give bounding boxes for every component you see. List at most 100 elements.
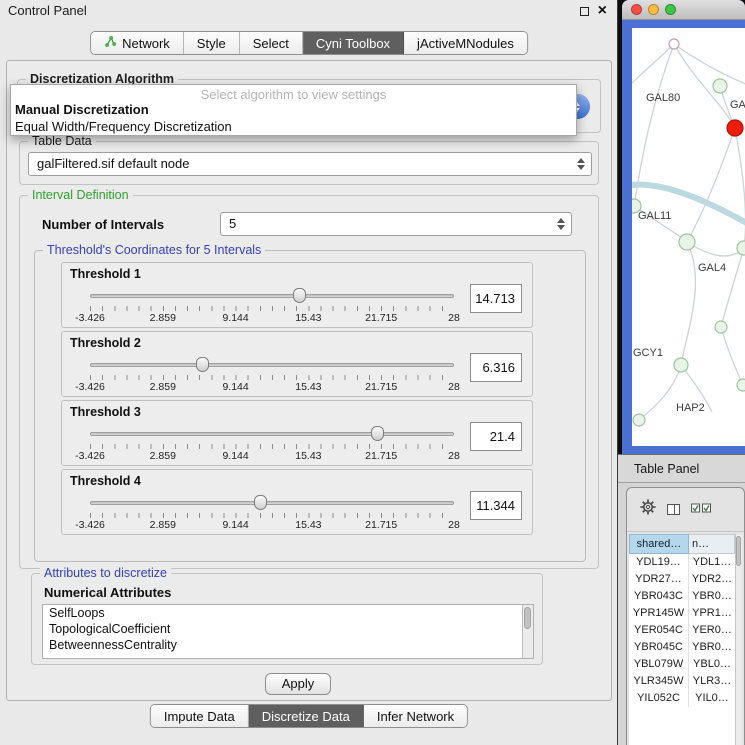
network-canvas[interactable]: GAL80GAGAL11GAL4GCY1HAP2 xyxy=(632,28,745,446)
network-edge[interactable] xyxy=(632,44,674,88)
algorithm-option-manual-discretization[interactable]: Manual Discretization xyxy=(11,101,576,118)
network-edge[interactable] xyxy=(735,128,745,248)
algorithm-dropdown-popup: Select algorithm to view settings Manual… xyxy=(10,84,577,136)
threshold-value-field[interactable]: 6.316 xyxy=(470,353,522,382)
bottom-tab-discretize-data[interactable]: Discretize Data xyxy=(249,705,364,727)
attribute-item-topologicalcoefficient[interactable]: TopologicalCoefficient xyxy=(43,621,533,637)
scale-tick-label: 15.43 xyxy=(295,519,321,531)
table-row[interactable]: YER054CYER0… xyxy=(629,622,735,639)
network-node[interactable] xyxy=(679,234,695,250)
tab-cyni-toolbox[interactable]: Cyni Toolbox xyxy=(303,32,404,54)
network-icon xyxy=(104,35,117,51)
apply-button[interactable]: Apply xyxy=(265,673,331,695)
slider-track[interactable] xyxy=(90,432,454,436)
gear-icon[interactable] xyxy=(640,499,656,520)
slider-thumb[interactable] xyxy=(196,357,209,372)
scale-tick-label: 15.43 xyxy=(295,450,321,462)
minimize-traffic-light-icon[interactable] xyxy=(648,4,659,15)
threshold-value-field[interactable]: 21.4 xyxy=(470,422,522,451)
column-header-n[interactable]: n… xyxy=(689,534,735,554)
float-window-icon[interactable] xyxy=(580,7,589,16)
slider-scale: -3.4262.8599.14415.4321.71528 xyxy=(90,450,454,462)
table-data-label: Table Data xyxy=(28,134,96,148)
bottom-tab-infer-network[interactable]: Infer Network xyxy=(364,705,467,727)
tab-jactivemnodules[interactable]: jActiveMNodules xyxy=(404,32,527,54)
scale-tick-label: 9.144 xyxy=(222,312,248,324)
table-row[interactable]: YDR27…YDR2… xyxy=(629,571,735,588)
threshold-box: Threshold 3-3.4262.8599.14415.4321.71528… xyxy=(61,400,533,466)
close-traffic-light-icon[interactable] xyxy=(631,4,642,15)
tab-label: Network xyxy=(122,36,170,51)
network-node[interactable] xyxy=(633,414,645,426)
columns-icon[interactable] xyxy=(667,504,680,515)
slider-scale: -3.4262.8599.14415.4321.71528 xyxy=(90,519,454,531)
threshold-slider[interactable] xyxy=(90,426,454,442)
table-panel-header: Table Panel xyxy=(618,454,745,483)
network-node[interactable] xyxy=(713,79,727,93)
tab-style[interactable]: Style xyxy=(184,32,240,54)
close-icon[interactable]: × xyxy=(598,3,607,19)
numerical-attributes-list[interactable]: SelfLoopsTopologicalCoefficientBetweenne… xyxy=(42,604,534,659)
network-graph[interactable]: GAL80GAGAL11GAL4GCY1HAP2 xyxy=(632,28,745,446)
attributes-scrollbar[interactable] xyxy=(522,605,533,658)
network-node[interactable] xyxy=(727,120,743,136)
network-window-titlebar[interactable] xyxy=(622,0,745,20)
slider-thumb[interactable] xyxy=(371,426,384,441)
attribute-item-betweennesscentrality[interactable]: BetweennessCentrality xyxy=(43,637,533,653)
zoom-traffic-light-icon[interactable] xyxy=(665,4,676,15)
network-edge[interactable] xyxy=(687,242,744,256)
table-data-combobox[interactable]: galFiltered.sif default node xyxy=(28,152,592,176)
table-row[interactable]: YBR043CYBR0… xyxy=(629,588,735,605)
slider-track[interactable] xyxy=(90,294,454,298)
number-of-intervals-combobox[interactable]: 5 xyxy=(220,212,572,236)
network-edge[interactable] xyxy=(687,128,735,242)
scale-tick-label: 28 xyxy=(448,312,460,324)
scrollbar-thumb[interactable] xyxy=(736,536,741,566)
threshold-value-field[interactable]: 11.344 xyxy=(470,491,522,520)
bottom-tab-impute-data[interactable]: Impute Data xyxy=(151,705,249,727)
threshold-slider[interactable] xyxy=(90,357,454,373)
threshold-value-field[interactable]: 14.713 xyxy=(470,284,522,313)
table-row[interactable]: YLR345WYLR3… xyxy=(629,673,735,690)
tab-label: jActiveMNodules xyxy=(417,36,514,51)
network-edge[interactable] xyxy=(721,327,743,385)
algorithm-option-equal-width-frequency-discretization[interactable]: Equal Width/Frequency Discretization xyxy=(11,118,576,135)
threshold-slider[interactable] xyxy=(90,495,454,511)
tab-select[interactable]: Select xyxy=(240,32,303,54)
slider-track[interactable] xyxy=(90,501,454,505)
table-row[interactable]: YPR145WYPR1… xyxy=(629,605,735,622)
scale-tick-label: 15.43 xyxy=(295,312,321,324)
tab-network[interactable]: Network xyxy=(91,32,184,54)
network-node[interactable] xyxy=(737,379,745,391)
scale-tick-label: -3.426 xyxy=(75,450,105,462)
table-row[interactable]: YDL19…YDL1… xyxy=(629,554,735,571)
table-row[interactable]: YBL079WYBL0… xyxy=(629,656,735,673)
scale-tick-label: 2.859 xyxy=(150,381,176,393)
table-data-value: galFiltered.sif default node xyxy=(37,153,189,175)
scale-tick-label: 21.715 xyxy=(365,312,397,324)
slider-thumb[interactable] xyxy=(293,288,306,303)
node-table[interactable]: shared…n… YDL19…YDL1…YDR27…YDR2…YBR043CY… xyxy=(629,534,735,745)
network-node[interactable] xyxy=(674,358,688,372)
table-row[interactable]: YIL052CYIL0… xyxy=(629,690,735,707)
network-node[interactable] xyxy=(715,321,727,333)
network-edge[interactable] xyxy=(681,242,695,365)
slider-scale: -3.4262.8599.14415.4321.71528 xyxy=(90,312,454,324)
slider-thumb[interactable] xyxy=(254,495,267,510)
network-node[interactable] xyxy=(669,39,679,49)
table-row[interactable]: YBR045CYBR0… xyxy=(629,639,735,656)
select-columns-icon[interactable] xyxy=(691,501,711,519)
network-edge[interactable] xyxy=(674,44,745,86)
table-scrollbar[interactable] xyxy=(735,534,742,745)
attribute-item-selfloops[interactable]: SelfLoops xyxy=(43,605,533,621)
network-node[interactable] xyxy=(737,241,745,255)
slider-track[interactable] xyxy=(90,363,454,367)
slider-scale: -3.4262.8599.14415.4321.71528 xyxy=(90,381,454,393)
threshold-slider[interactable] xyxy=(90,288,454,304)
network-edge[interactable] xyxy=(639,365,681,420)
combobox-stepper-icon[interactable] xyxy=(577,158,585,170)
column-header-shared[interactable]: shared… xyxy=(629,534,689,554)
combobox-stepper-icon[interactable] xyxy=(557,218,565,230)
scrollbar-thumb[interactable] xyxy=(524,607,531,629)
network-edge[interactable] xyxy=(721,248,744,327)
